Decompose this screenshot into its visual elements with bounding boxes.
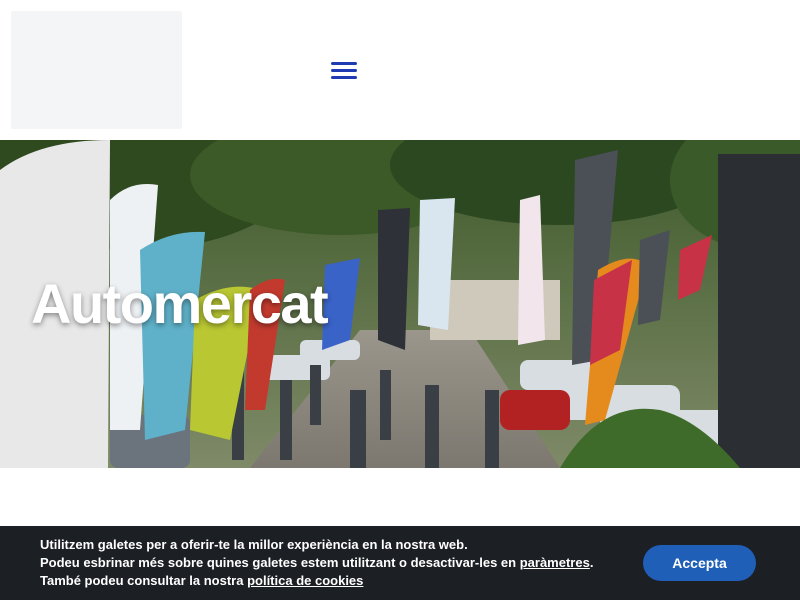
cookie-policy-link[interactable]: política de cookies [247,573,363,588]
hero-banner: Automercat [0,140,800,468]
hamburger-menu-icon[interactable] [331,62,357,80]
accept-cookies-button[interactable]: Accepta [643,545,756,581]
cookie-banner: Utilitzem galetes per a oferir-te la mil… [0,526,800,600]
cookie-message: Utilitzem galetes per a oferir-te la mil… [40,536,630,590]
cookie-text-line1: Utilitzem galetes per a oferir-te la mil… [40,537,468,552]
site-logo[interactable] [11,11,182,129]
site-header [0,0,800,140]
page-title: Automercat [31,272,329,335]
cookie-text-line2: Podeu esbrinar més sobre quines galetes … [40,555,520,570]
cookie-settings-link[interactable]: paràmetres [520,555,590,570]
